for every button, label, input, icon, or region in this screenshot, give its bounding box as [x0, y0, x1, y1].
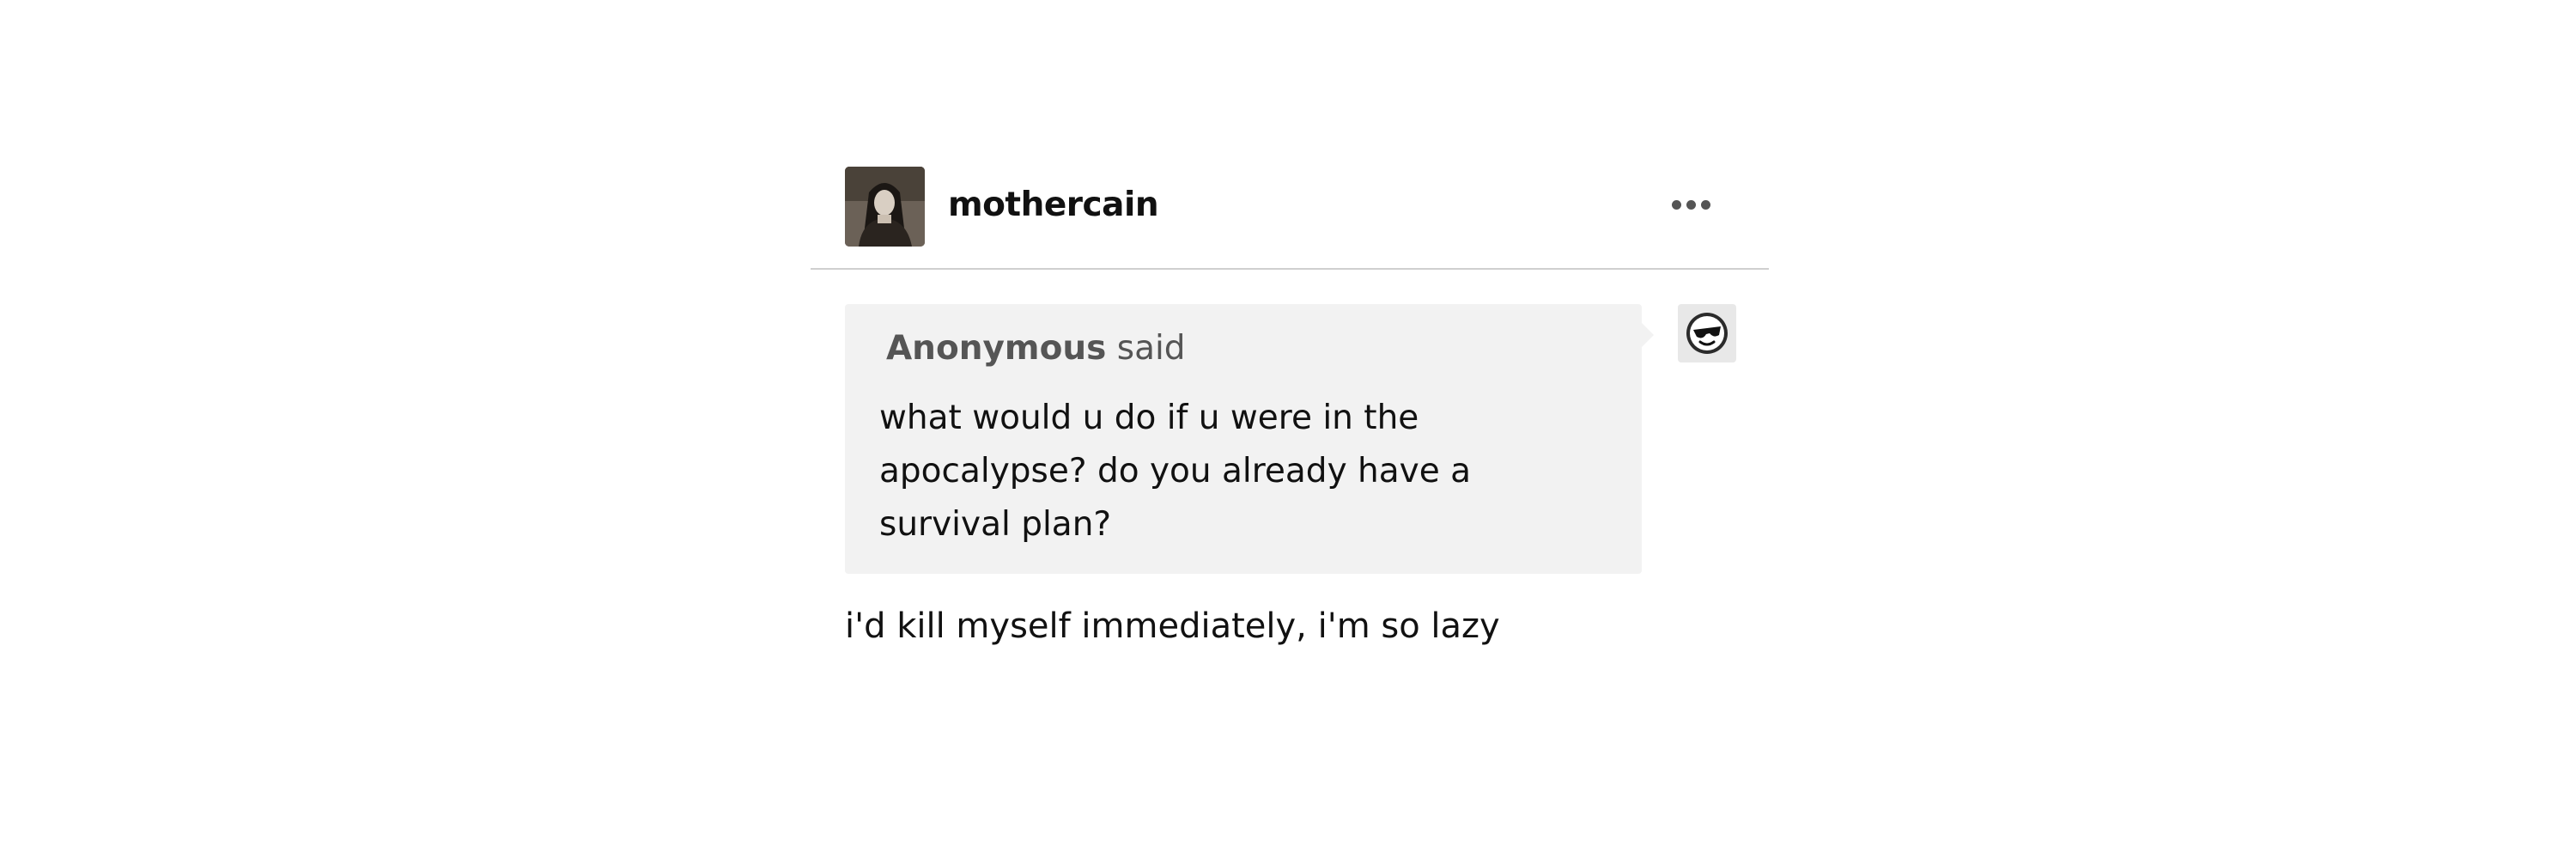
question-text: what would u do if u were in the apocaly…	[879, 399, 1472, 544]
anonymous-avatar	[1678, 304, 1736, 362]
anonymous-sunglasses-avatar-icon	[1686, 313, 1728, 354]
asker-line: Anonymous said	[886, 325, 1607, 373]
asker-name: Anonymous	[886, 329, 1107, 368]
post-header: mothercain	[811, 167, 1769, 270]
more-options-icon	[1700, 199, 1710, 210]
username[interactable]: mothercain	[948, 182, 1159, 228]
asker-verb: said	[1116, 329, 1186, 368]
more-options-icon	[1671, 199, 1681, 210]
ask-bubble: Anonymous said what would u do if u were…	[845, 304, 1654, 574]
user-avatar-photo-icon	[845, 167, 925, 247]
answer-text: i'd kill myself immediately, i'm so lazy	[845, 606, 1500, 646]
more-options-icon	[1686, 199, 1696, 210]
user-avatar[interactable]	[845, 167, 925, 247]
more-options-button[interactable]	[1661, 189, 1721, 220]
header-divider	[811, 268, 1769, 270]
